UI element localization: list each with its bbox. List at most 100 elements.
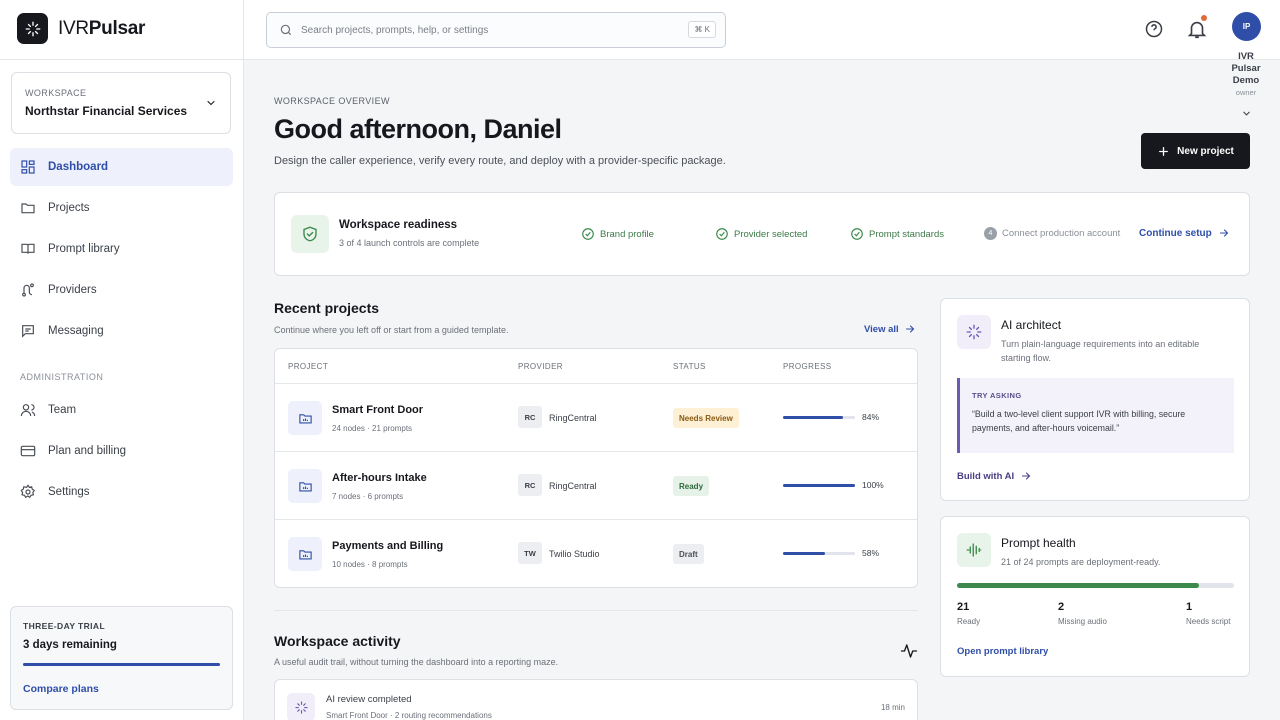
stat-value: 1 [1186, 601, 1193, 613]
sidebar: IVRPulsar WORKSPACE Northstar Financial … [0, 0, 244, 720]
gear-icon [20, 484, 36, 499]
prompt-health-subtitle: 21 of 24 prompts are deployment-ready. [1001, 557, 1161, 567]
help-icon[interactable] [1144, 19, 1164, 39]
sidebar-item-prompt-library[interactable]: Prompt library [10, 230, 233, 268]
search-icon [280, 24, 292, 36]
search-input[interactable] [301, 24, 681, 36]
sidebar-item-dashboard[interactable]: Dashboard [10, 148, 233, 186]
step-label: Prompt standards [869, 228, 944, 240]
continue-setup-link[interactable]: Continue setup [1139, 227, 1230, 239]
column-header: PROGRESS [783, 362, 832, 371]
table-row[interactable]: After-hours Intake 7 nodes · 6 prompts R… [275, 452, 917, 520]
table-row[interactable]: Payments and Billing 10 nodes · 8 prompt… [275, 520, 917, 588]
project-meta: 24 nodes · 21 prompts [332, 424, 413, 433]
sidebar-item-providers[interactable]: Providers [10, 271, 233, 309]
top-bar: ⌘ K IP [244, 0, 1280, 60]
stat-ready: 21 Ready [957, 601, 980, 626]
stat-label: Ready [957, 617, 981, 626]
message-icon [22, 325, 34, 338]
new-project-label: New project [1177, 145, 1234, 157]
readiness-card: Workspace readiness 3 of 4 launch contro… [274, 192, 1250, 276]
example-prompt[interactable]: TRY ASKING “Build a two-level client sup… [957, 378, 1234, 453]
shield-check-icon [291, 215, 329, 253]
prompt-health-fill [957, 583, 1200, 588]
sidebar-item-messaging[interactable]: Messaging [10, 312, 233, 350]
stat-label: Missing audio [1058, 617, 1107, 626]
progress-fill [783, 552, 825, 555]
workspace-eyebrow: WORKSPACE [25, 88, 87, 98]
trial-eyebrow: THREE-DAY TRIAL [23, 621, 106, 631]
check-circle-icon [582, 228, 594, 240]
provider-badge: RC [518, 474, 542, 496]
view-all-label: View all [864, 323, 899, 335]
step-label: Connect production account [1002, 228, 1121, 239]
recent-projects-subtitle: Continue where you left off or start fro… [274, 325, 509, 335]
project-name: Payments and Billing [332, 540, 444, 552]
activity-title: Workspace activity [274, 633, 401, 649]
compare-plans-link[interactable]: Compare plans [23, 683, 220, 695]
sidebar-item-label: Team [48, 404, 77, 416]
user-name: IVR Pulsar Demo [1231, 51, 1261, 86]
arrow-right-icon [1219, 229, 1229, 237]
sidebar-item-settings[interactable]: Settings [10, 473, 233, 511]
build-with-ai-link[interactable]: Build with AI [957, 470, 1032, 482]
provider-name: Twilio Studio [549, 549, 600, 559]
progress-bar [783, 416, 855, 419]
stat-value: 2 [1058, 601, 1065, 613]
readiness-step: Prompt standards [850, 227, 944, 241]
recent-projects-title: Recent projects [274, 300, 380, 316]
new-project-button[interactable]: New project [1141, 133, 1250, 169]
page-title: Good afternoon, Daniel [274, 114, 562, 144]
step-number: 4 [984, 227, 997, 240]
prompt-health-title: Prompt health [1001, 536, 1076, 550]
check-circle-icon [716, 228, 728, 240]
activity-pulse-icon[interactable] [900, 642, 918, 660]
trial-progress-fill [23, 663, 220, 666]
book-icon [21, 243, 35, 254]
progress-fill [783, 416, 844, 419]
readiness-subtitle: 3 of 4 launch controls are complete [339, 238, 480, 248]
sidebar-item-label: Dashboard [48, 161, 109, 173]
activity-title: AI review completed [326, 694, 412, 705]
activity-item[interactable]: AI review completed Smart Front Door · 2… [274, 679, 918, 720]
prompt-health-bar [957, 583, 1234, 588]
view-all-link[interactable]: View all [864, 323, 916, 335]
sidebar-item-plan-billing[interactable]: Plan and billing [10, 432, 233, 470]
sidebar-item-projects[interactable]: Projects [10, 189, 233, 227]
sparkle-icon [17, 13, 48, 44]
chevron-down-icon[interactable] [1241, 108, 1252, 119]
avatar[interactable]: IP [1232, 12, 1261, 41]
route-icon [22, 283, 34, 297]
progress-percent: 100% [862, 480, 884, 490]
user-menu[interactable]: IVR Pulsar Demo owner [1224, 51, 1268, 97]
chevron-down-icon [207, 100, 215, 106]
column-header: PROJECT [288, 362, 329, 371]
keyboard-shortcut: ⌘ K [688, 21, 716, 38]
example-prompt-text: “Build a two-level client support IVR wi… [972, 409, 1186, 433]
sidebar-item-label: Prompt library [48, 243, 120, 255]
provider-name: RingCentral [549, 413, 597, 423]
continue-setup-label: Continue setup [1139, 227, 1212, 239]
provider-badge: TW [518, 542, 542, 564]
ai-architect-subtitle: Turn plain-language requirements into an… [1001, 339, 1200, 363]
progress-bar [783, 484, 855, 487]
admin-nav: Team Plan and billing Settings [10, 391, 233, 514]
sidebar-item-team[interactable]: Team [10, 391, 233, 429]
workspace-switcher[interactable]: WORKSPACE Northstar Financial Services [11, 72, 231, 134]
user-role: owner [1235, 88, 1257, 97]
bell-icon[interactable] [1186, 18, 1208, 40]
project-folder-icon [288, 469, 322, 503]
waveform-icon [957, 533, 991, 567]
sidebar-item-label: Plan and billing [48, 445, 127, 457]
provider-badge: RC [518, 406, 542, 428]
brand-logo[interactable]: IVRPulsar [17, 13, 145, 44]
activity-meta: Smart Front Door · 2 routing recommendat… [326, 711, 492, 720]
table-row[interactable]: Smart Front Door 24 nodes · 21 prompts R… [275, 384, 917, 452]
folder-icon [21, 203, 35, 214]
step-label: Brand profile [600, 228, 654, 240]
open-prompt-library-link[interactable]: Open prompt library [957, 646, 1048, 657]
nav-section-label: ADMINISTRATION [20, 372, 104, 382]
status-badge: Needs Review [673, 408, 739, 428]
search-box[interactable]: ⌘ K [266, 12, 726, 48]
divider [0, 59, 244, 60]
